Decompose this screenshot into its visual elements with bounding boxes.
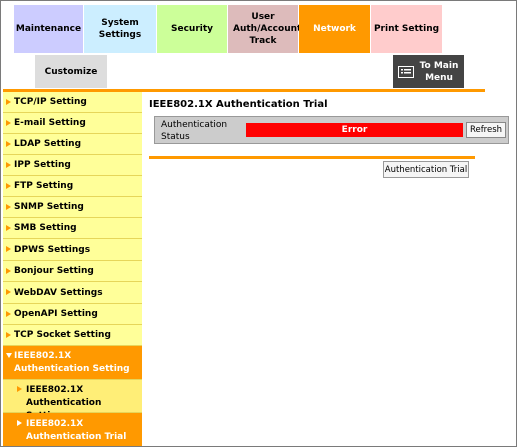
- sidebar-item-label: E-mail Setting: [14, 118, 86, 128]
- sidebar-item-ipp[interactable]: IPP Setting: [3, 155, 142, 176]
- tab-security-label: Security: [170, 24, 214, 34]
- tab-customize-label: Customize: [44, 66, 98, 77]
- to-main-menu-button[interactable]: To Main Menu: [393, 55, 464, 88]
- sidebar-item-bonjour[interactable]: Bonjour Setting: [3, 261, 142, 282]
- authentication-trial-button[interactable]: Authentication Trial: [383, 161, 469, 178]
- content-divider: [149, 156, 475, 159]
- sidebar-item-ftp[interactable]: FTP Setting: [3, 176, 142, 197]
- arrow-right-icon: [6, 204, 11, 210]
- tab-network[interactable]: Network: [299, 5, 370, 53]
- sidebar-item-tcpip[interactable]: TCP/IP Setting: [3, 92, 142, 113]
- sidebar: TCP/IP Setting E-mail Setting LDAP Setti…: [3, 92, 142, 446]
- arrow-right-icon: [6, 246, 11, 252]
- auth-status-label: Authentication Status: [161, 120, 228, 142]
- sidebar-item-label: SNMP Setting: [14, 202, 84, 212]
- arrow-right-icon: [6, 289, 11, 295]
- sidebar-item-ldap[interactable]: LDAP Setting: [3, 134, 142, 155]
- sidebar-item-ieee8021x[interactable]: IEEE802.1X Authentication Setting: [3, 346, 142, 380]
- tab-network-label: Network: [313, 24, 356, 34]
- arrow-right-icon: [6, 268, 11, 274]
- page-title: IEEE802.1X Authentication Trial: [149, 99, 328, 110]
- arrow-right-icon: [17, 420, 22, 426]
- tab-security[interactable]: Security: [157, 5, 227, 53]
- sidebar-item-label: WebDAV Settings: [14, 288, 103, 298]
- arrow-right-icon: [17, 386, 22, 392]
- sidebar-item-label: SMB Setting: [14, 223, 77, 233]
- tab-print-setting[interactable]: Print Setting: [371, 5, 442, 53]
- arrow-right-icon: [6, 225, 11, 231]
- arrow-down-icon: [6, 353, 12, 358]
- tab-system-settings-label: System Settings: [98, 18, 142, 40]
- arrow-right-icon: [6, 162, 11, 168]
- tab-customize[interactable]: Customize: [35, 55, 107, 88]
- sidebar-item-label: TCP/IP Setting: [14, 97, 87, 107]
- auth-status-value: Error: [246, 123, 463, 137]
- arrow-right-icon: [6, 120, 11, 126]
- sidebar-item-label: IPP Setting: [14, 160, 71, 170]
- arrow-right-icon: [6, 311, 11, 317]
- to-main-menu-label: To Main Menu: [419, 60, 459, 83]
- tab-print-setting-label: Print Setting: [373, 24, 440, 34]
- auth-status-panel: Authentication Status Error Refresh: [154, 116, 509, 144]
- sidebar-item-label: TCP Socket Setting: [14, 330, 111, 340]
- arrow-right-icon: [6, 141, 11, 147]
- sidebar-item-email[interactable]: E-mail Setting: [3, 113, 142, 134]
- sidebar-item-label: IEEE802.1X Authentication Trial: [26, 419, 127, 442]
- tab-system-settings[interactable]: System Settings: [84, 5, 156, 53]
- sidebar-subitem-auth-setting[interactable]: IEEE802.1X Authentication Setting: [3, 380, 142, 421]
- sidebar-subitem-auth-trial[interactable]: IEEE802.1X Authentication Trial: [3, 413, 142, 446]
- sidebar-item-smb[interactable]: SMB Setting: [3, 218, 142, 239]
- browser-frame: Maintenance System Settings Security Use…: [0, 0, 517, 447]
- tab-user-auth-label: User Auth/Account Track: [233, 12, 302, 46]
- arrow-right-icon: [6, 99, 11, 105]
- sidebar-item-openapi[interactable]: OpenAPI Setting: [3, 304, 142, 325]
- tab-maintenance-label: Maintenance: [15, 24, 82, 34]
- arrow-right-icon: [6, 332, 11, 338]
- sidebar-item-snmp[interactable]: SNMP Setting: [3, 197, 142, 218]
- sidebar-item-label: FTP Setting: [14, 181, 74, 191]
- sidebar-item-tcp-socket[interactable]: TCP Socket Setting: [3, 325, 142, 346]
- main-menu-icon: [398, 65, 414, 78]
- sidebar-item-label: DPWS Settings: [14, 245, 91, 255]
- sidebar-item-webdav[interactable]: WebDAV Settings: [3, 282, 142, 304]
- sidebar-item-label: Bonjour Setting: [14, 266, 94, 276]
- tab-maintenance[interactable]: Maintenance: [14, 5, 83, 53]
- refresh-button[interactable]: Refresh: [466, 122, 506, 138]
- tab-user-auth[interactable]: User Auth/Account Track: [228, 5, 302, 53]
- sidebar-item-dpws[interactable]: DPWS Settings: [3, 239, 142, 261]
- arrow-right-icon: [6, 183, 11, 189]
- sidebar-item-label: IEEE802.1X Authentication Setting: [14, 351, 130, 374]
- sidebar-item-label: LDAP Setting: [14, 139, 82, 149]
- sidebar-item-label: OpenAPI Setting: [14, 309, 98, 319]
